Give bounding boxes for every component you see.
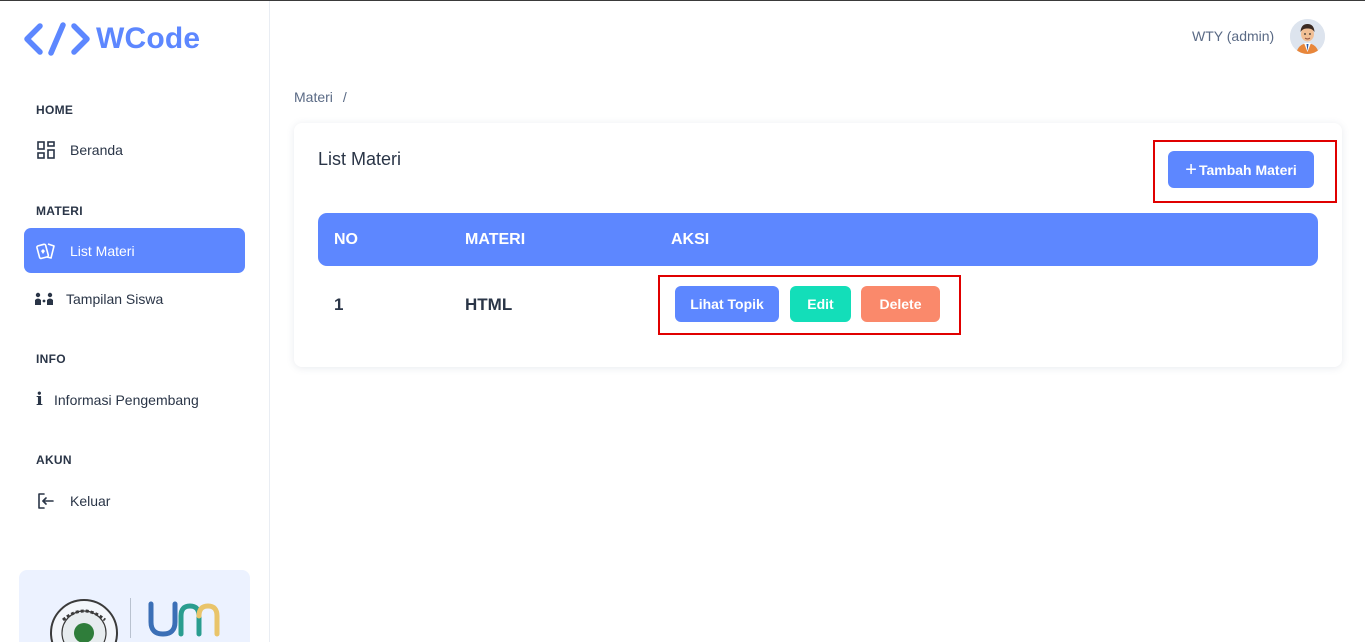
sidebar-item-beranda[interactable]: Beranda: [24, 127, 245, 172]
logout-icon: [36, 491, 56, 511]
user-name-label[interactable]: WTY (admin): [1192, 28, 1274, 44]
column-header-materi: MATERI: [465, 231, 526, 248]
breadcrumb-item-materi[interactable]: Materi: [294, 89, 333, 105]
breadcrumb-separator: /: [342, 89, 347, 105]
promo-divider: [130, 598, 131, 638]
app-logo[interactable]: WCode: [24, 19, 200, 59]
nav-caption-home: HOME: [36, 103, 74, 117]
sidebar-item-tampilan-siswa[interactable]: Tampilan Siswa: [24, 276, 245, 321]
sidebar-item-label: Beranda: [70, 141, 123, 158]
sidebar-item-keluar[interactable]: Keluar: [24, 478, 245, 523]
column-header-aksi: AKSI: [671, 231, 710, 248]
university-seal-logo: [50, 599, 118, 642]
sidebar-item-label: List Materi: [70, 242, 135, 259]
sidebar-item-list-materi[interactable]: List Materi: [24, 228, 245, 273]
sidebar-item-label: Informasi Pengembang: [54, 391, 199, 408]
sidebar-item-informasi-pengembang[interactable]: i Informasi Pengembang: [24, 377, 245, 422]
sidebar-item-label: Tampilan Siswa: [66, 290, 164, 307]
code-brackets-icon: [24, 22, 90, 56]
table-header: NO MATERI AKSI: [318, 213, 1318, 266]
info-icon: i: [36, 389, 43, 410]
sidebar-item-label: Keluar: [70, 492, 111, 509]
nav-caption-info: INFO: [36, 352, 66, 366]
highlight-box-action-buttons: [658, 275, 961, 335]
um-logo: [148, 601, 220, 637]
user-avatar[interactable]: [1290, 19, 1325, 54]
users-icon: [34, 289, 54, 309]
cell-no: 1: [334, 295, 344, 314]
sidebar-promo-banner: [19, 570, 250, 642]
card-title: List Materi: [318, 149, 402, 169]
list-materi-card: List Materi + Tambah Materi NO MATERI AKS…: [294, 123, 1342, 367]
sidebar: WCode HOME Beranda MATERI List Materi Ta…: [0, 1, 270, 642]
cell-materi: HTML: [465, 295, 513, 314]
app-name: WCode: [96, 22, 201, 55]
column-header-no: NO: [334, 231, 358, 248]
highlight-box-add-button: [1153, 140, 1337, 203]
avatar-image: [1290, 19, 1325, 54]
nav-caption-akun: AKUN: [36, 453, 72, 467]
cards-icon: [36, 241, 56, 261]
nav-caption-materi: MATERI: [36, 204, 83, 218]
breadcrumb: Materi /: [294, 89, 347, 105]
dashboard-grid-icon: [36, 140, 56, 160]
